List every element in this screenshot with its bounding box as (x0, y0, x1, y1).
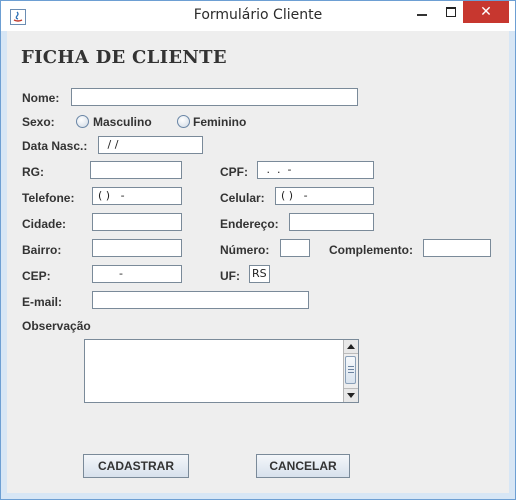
cidade-field[interactable] (92, 213, 182, 231)
grip-line (348, 366, 354, 367)
maximize-button[interactable] (438, 1, 464, 23)
minimize-icon (417, 14, 427, 16)
uf-field[interactable]: RS (249, 265, 270, 283)
observacao-label: Observação (22, 319, 91, 333)
minimize-button[interactable] (408, 1, 436, 23)
title-bar[interactable]: Formulário Cliente ✕ (1, 1, 515, 31)
celular-label: Celular: (220, 191, 265, 205)
complemento-field[interactable] (423, 239, 491, 257)
bairro-label: Bairro: (22, 243, 62, 257)
nome-label: Nome: (22, 91, 60, 105)
cpf-field[interactable]: . . - (257, 161, 374, 179)
maximize-icon (446, 7, 456, 17)
feminino-label[interactable]: Feminino (193, 115, 246, 129)
app-window: Formulário Cliente ✕ FICHA DE CLIENTE No… (0, 0, 516, 500)
scroll-up-button[interactable] (344, 340, 358, 354)
telefone-field[interactable]: ( ) - (92, 187, 182, 205)
scroll-thumb[interactable] (345, 356, 356, 384)
celular-field[interactable]: ( ) - (275, 187, 374, 205)
data-nasc-field[interactable]: / / (98, 136, 203, 154)
endereco-field[interactable] (289, 213, 374, 231)
email-label: E-mail: (22, 295, 63, 309)
form-heading: FICHA DE CLIENTE (21, 47, 227, 68)
close-button[interactable]: ✕ (463, 1, 509, 23)
form-panel: FICHA DE CLIENTE Nome: Sexo: Masculino F… (7, 31, 509, 493)
endereco-label: Endereço: (220, 217, 279, 231)
data-nasc-label: Data Nasc.: (22, 139, 88, 153)
feminino-radio[interactable] (177, 115, 190, 128)
masculino-label[interactable]: Masculino (93, 115, 152, 129)
close-icon: ✕ (480, 4, 492, 20)
rg-field[interactable] (90, 161, 182, 179)
numero-label: Número: (220, 243, 270, 257)
cep-label: CEP: (22, 269, 51, 283)
cadastrar-button[interactable]: CADASTRAR (83, 454, 189, 478)
cancelar-button[interactable]: CANCELAR (256, 454, 350, 478)
cpf-label: CPF: (220, 165, 248, 179)
grip-line (348, 369, 354, 370)
telefone-label: Telefone: (22, 191, 75, 205)
arrow-up-icon (347, 344, 355, 349)
nome-field[interactable] (71, 88, 358, 106)
complemento-label: Complemento: (329, 243, 413, 257)
bairro-field[interactable] (92, 239, 182, 257)
scroll-down-button[interactable] (344, 388, 358, 402)
grip-line (348, 372, 354, 373)
masculino-radio[interactable] (76, 115, 89, 128)
cep-field[interactable]: - (92, 265, 182, 283)
uf-label: UF: (220, 269, 240, 283)
email-field[interactable] (92, 291, 309, 309)
arrow-down-icon (347, 393, 355, 398)
observacao-textarea[interactable] (84, 339, 359, 403)
cidade-label: Cidade: (22, 217, 67, 231)
numero-field[interactable] (280, 239, 310, 257)
sexo-label: Sexo: (22, 115, 55, 129)
rg-label: RG: (22, 165, 44, 179)
observacao-scrollbar[interactable] (343, 340, 358, 402)
